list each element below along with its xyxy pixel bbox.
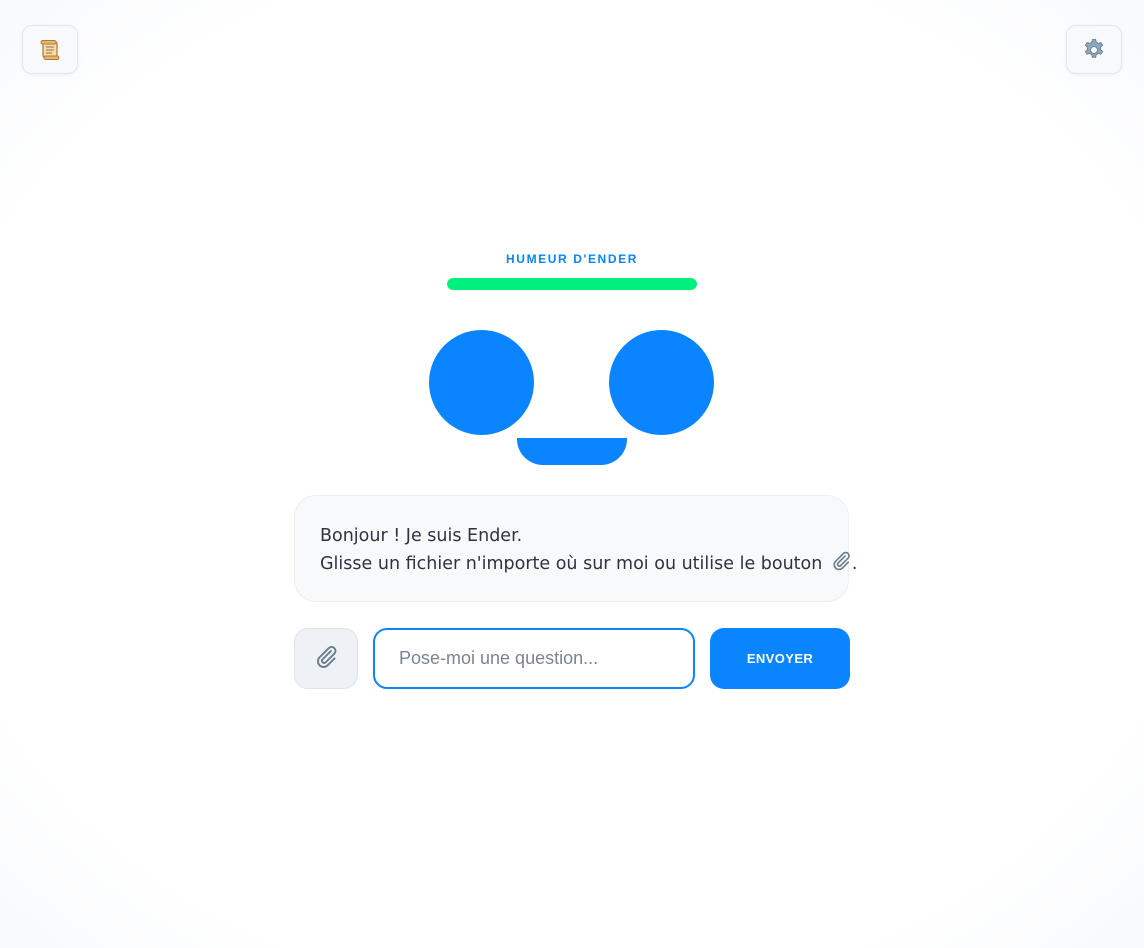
left-eye	[429, 330, 534, 435]
settings-button[interactable]	[1066, 25, 1122, 74]
mouth	[517, 438, 627, 465]
message-bubble: Bonjour ! Je suis Ender. Glisse un fichi…	[294, 495, 858, 602]
history-button[interactable]	[22, 25, 78, 74]
right-eye	[609, 330, 714, 435]
gear-icon	[1082, 38, 1106, 62]
message-line-2: Glisse un fichier n'importe où sur moi o…	[320, 550, 858, 581]
question-input[interactable]	[373, 628, 695, 689]
scroll-icon	[38, 38, 62, 62]
attach-file-button[interactable]	[294, 628, 358, 689]
mood-label: HUMEUR D'ENDER	[506, 252, 638, 266]
ender-face	[0, 0, 1144, 948]
message-line-1: Bonjour ! Je suis Ender.	[320, 526, 523, 546]
message-line-2-suffix: .	[851, 554, 858, 574]
paperclip-icon	[313, 644, 339, 674]
send-button[interactable]: ENVOYER	[710, 628, 850, 689]
mood-bar	[447, 278, 697, 290]
paperclip-icon	[830, 550, 852, 581]
mood-bar-fill	[447, 278, 697, 290]
message-line-2-text: Glisse un fichier n'importe où sur moi o…	[320, 554, 823, 574]
app-page: HUMEUR D'ENDER Bonjour ! Je suis Ender. …	[0, 0, 1144, 948]
